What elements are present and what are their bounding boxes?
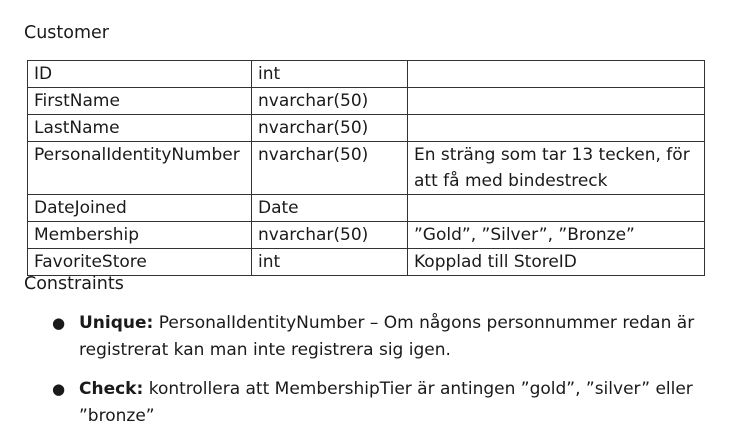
table-row: LastName nvarchar(50) [27, 114, 705, 142]
column-note-cell [407, 194, 705, 222]
table-title: Customer [24, 23, 110, 43]
column-type-cell: int [251, 248, 408, 276]
column-type-cell: nvarchar(50) [251, 114, 408, 142]
table-row: DateJoined Date [27, 194, 705, 222]
column-name-cell: FirstName [27, 87, 252, 115]
column-type-cell: nvarchar(50) [251, 87, 408, 115]
column-note-cell [407, 87, 705, 115]
bullet-icon: ● [52, 314, 66, 332]
table-row: PersonalIdentityNumber nvarchar(50) En s… [27, 141, 705, 195]
column-type-cell: nvarchar(50) [251, 221, 408, 249]
column-name-cell: PersonalIdentityNumber [27, 141, 252, 195]
column-type-cell: Date [251, 194, 408, 222]
constraint-item: ● Check: kontrollera att MembershipTier … [48, 376, 698, 430]
column-name-cell: LastName [27, 114, 252, 142]
column-note-cell: Kopplad till StoreID [407, 248, 705, 276]
constraint-item: ● Unique: PersonalIdentityNumber – Om nå… [48, 310, 698, 364]
customer-schema-table: ID int FirstName nvarchar(50) LastName n… [27, 60, 705, 276]
constraint-label: Unique: [79, 313, 154, 333]
table-row: FirstName nvarchar(50) [27, 87, 705, 115]
constraint-text: PersonalIdentityNumber – Om någons perso… [79, 313, 695, 360]
column-name-cell: DateJoined [27, 194, 252, 222]
table-row: ID int [27, 60, 705, 88]
constraint-label: Check: [79, 379, 144, 399]
table-row: FavoriteStore int Kopplad till StoreID [27, 248, 705, 276]
constraints-list: ● Unique: PersonalIdentityNumber – Om nå… [48, 310, 698, 442]
column-note-cell [407, 60, 705, 88]
column-note-cell: ”Gold”, ”Silver”, ”Bronze” [407, 221, 705, 249]
constraints-heading: Constraints [24, 274, 124, 294]
column-note-cell [407, 114, 705, 142]
table-row: Membership nvarchar(50) ”Gold”, ”Silver”… [27, 221, 705, 249]
column-name-cell: Membership [27, 221, 252, 249]
constraint-text: kontrollera att MembershipTier är anting… [79, 379, 693, 426]
bullet-icon: ● [52, 380, 66, 398]
column-note-cell: En sträng som tar 13 tecken, för att få … [407, 141, 705, 195]
column-type-cell: nvarchar(50) [251, 141, 408, 195]
column-type-cell: int [251, 60, 408, 88]
column-name-cell: ID [27, 60, 252, 88]
